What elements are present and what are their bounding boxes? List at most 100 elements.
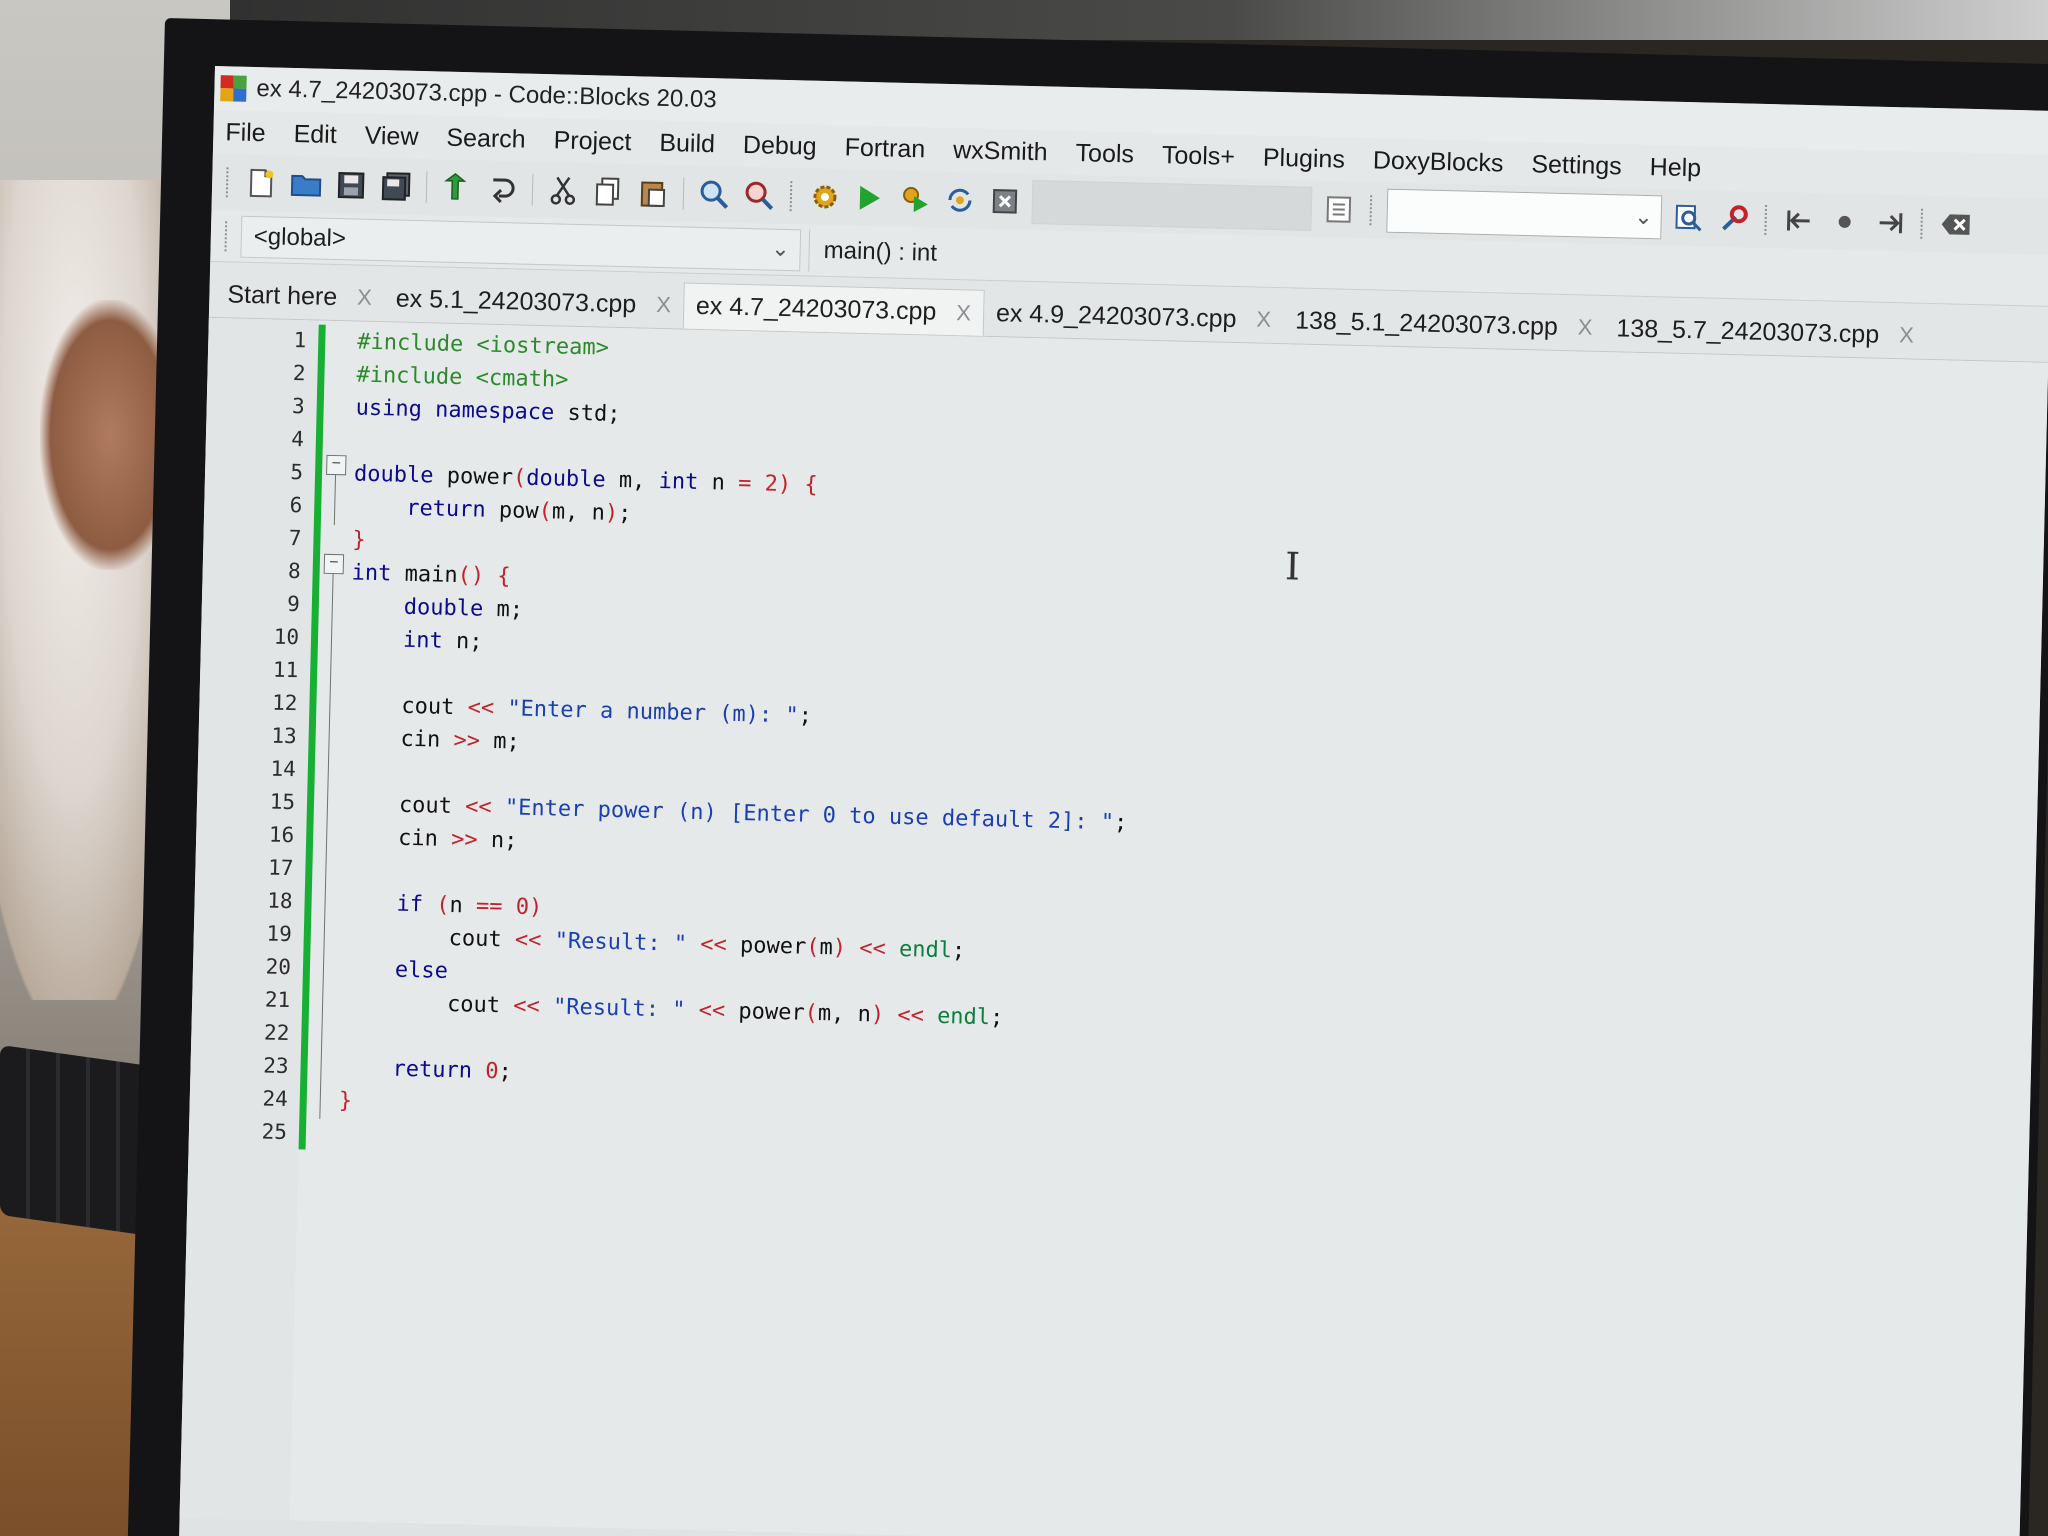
chevron-down-icon: ⌄ xyxy=(1634,203,1654,230)
line-number: 9 xyxy=(286,591,301,617)
codeblocks-logo-icon xyxy=(220,75,247,102)
jump-back-icon[interactable] xyxy=(1781,202,1818,239)
line-number: 13 xyxy=(271,723,297,749)
menu-project[interactable]: Project xyxy=(553,126,631,157)
tab-138-5-7[interactable]: 138_5.7_24203073.cpp X xyxy=(1604,305,1926,359)
toolbar-grip[interactable] xyxy=(1764,204,1770,236)
tab-ex-4-7-active[interactable]: ex 4.7_24203073.cpp X xyxy=(682,282,985,336)
toolbar-grip[interactable] xyxy=(1920,208,1926,239)
tab-label: Start here xyxy=(227,279,338,311)
line-number: 11 xyxy=(272,657,299,683)
clear-icon[interactable] xyxy=(1937,206,1974,243)
menu-tools-plus[interactable]: Tools+ xyxy=(1162,141,1236,172)
paste-icon[interactable] xyxy=(635,174,672,211)
menu-plugins[interactable]: Plugins xyxy=(1263,143,1346,174)
toolbar-grip[interactable] xyxy=(1369,195,1375,226)
jump-list-icon[interactable] xyxy=(1320,191,1357,228)
close-icon[interactable]: X xyxy=(1899,322,1914,348)
line-number: 12 xyxy=(271,690,298,716)
tab-ex-5-1[interactable]: ex 5.1_24203073.cpp X xyxy=(383,275,683,328)
line-number: 4 xyxy=(290,426,305,452)
tab-label: ex 4.9_24203073.cpp xyxy=(995,298,1237,333)
copy-icon[interactable] xyxy=(590,173,627,210)
tab-start-here[interactable]: Start here X xyxy=(215,271,385,321)
toolbar-separator xyxy=(425,171,428,204)
fold-toggle-icon[interactable]: − xyxy=(326,454,347,476)
menu-file[interactable]: File xyxy=(225,118,266,148)
menu-wxsmith[interactable]: wxSmith xyxy=(953,136,1048,167)
tab-label: ex 4.7_24203073.cpp xyxy=(695,291,937,326)
bookmark-dot-icon[interactable] xyxy=(1826,203,1863,240)
tab-label: 138_5.7_24203073.cpp xyxy=(1616,313,1880,349)
menu-build[interactable]: Build xyxy=(659,128,715,158)
scope-select[interactable]: <global> ⌄ xyxy=(240,215,802,271)
close-icon[interactable]: X xyxy=(1578,314,1593,340)
menu-view[interactable]: View xyxy=(364,121,418,151)
line-number: 1 xyxy=(293,328,307,353)
tab-138-5-1[interactable]: 138_5.1_24203073.cpp X xyxy=(1283,297,1605,351)
line-number: 21 xyxy=(264,987,291,1013)
search-document-icon[interactable] xyxy=(1670,200,1707,237)
toolbar-separator xyxy=(682,177,685,210)
abort-icon[interactable] xyxy=(986,183,1023,220)
fold-toggle-icon[interactable]: − xyxy=(323,553,345,575)
menu-fortran[interactable]: Fortran xyxy=(844,133,925,164)
line-number: 25 xyxy=(261,1119,288,1145)
line-number: 22 xyxy=(263,1020,290,1046)
tab-label: ex 5.1_24203073.cpp xyxy=(395,283,637,318)
jump-forward-icon[interactable] xyxy=(1871,205,1908,242)
close-icon[interactable]: X xyxy=(956,300,971,326)
line-number: 19 xyxy=(266,921,293,947)
toolbar-grip[interactable] xyxy=(224,220,230,251)
build-and-run-icon[interactable] xyxy=(897,181,934,218)
line-number: 16 xyxy=(268,822,295,848)
menu-settings[interactable]: Settings xyxy=(1531,150,1622,181)
open-folder-icon[interactable] xyxy=(288,166,325,203)
menu-doxyblocks[interactable]: DoxyBlocks xyxy=(1373,146,1504,178)
menu-help[interactable]: Help xyxy=(1649,153,1701,183)
line-number: 7 xyxy=(288,525,302,551)
toolbar-separator xyxy=(531,173,534,206)
tab-ex-4-9[interactable]: ex 4.9_24203073.cpp X xyxy=(983,290,1283,343)
search-options-icon[interactable] xyxy=(1715,201,1752,238)
line-number: 10 xyxy=(273,624,300,650)
close-icon[interactable]: X xyxy=(357,285,372,311)
line-number: 3 xyxy=(291,393,306,419)
chevron-down-icon: ⌄ xyxy=(770,235,791,261)
build-target-combo[interactable] xyxy=(1031,180,1313,231)
new-file-icon[interactable] xyxy=(243,165,280,202)
find-icon[interactable] xyxy=(696,176,733,213)
toolbar-grip[interactable] xyxy=(789,181,795,212)
line-number: 14 xyxy=(270,756,297,782)
menu-debug[interactable]: Debug xyxy=(743,130,817,161)
close-icon[interactable]: X xyxy=(656,292,671,318)
build-gear-icon[interactable] xyxy=(807,179,844,216)
rebuild-icon[interactable] xyxy=(942,182,979,219)
menu-search[interactable]: Search xyxy=(446,123,526,154)
cut-icon[interactable] xyxy=(545,172,582,209)
code-editor[interactable]: 1 2 3 4 5 6 7 8 9 10 11 12 13 14 15 16 17 18 19 20 21 22 23 24 2… xyxy=(179,317,2048,1536)
line-number: 6 xyxy=(289,492,303,518)
save-all-icon[interactable] xyxy=(378,168,415,205)
menu-tools[interactable]: Tools xyxy=(1075,139,1134,169)
line-number: 23 xyxy=(263,1053,289,1079)
function-value: main() : int xyxy=(823,236,938,267)
undo-icon[interactable] xyxy=(439,170,476,207)
redo-icon[interactable] xyxy=(484,171,521,208)
scope-value: <global> xyxy=(253,222,347,252)
replace-icon[interactable] xyxy=(741,177,778,214)
menu-edit[interactable]: Edit xyxy=(293,119,337,149)
tab-label: 138_5.1_24203073.cpp xyxy=(1294,305,1559,341)
run-icon[interactable] xyxy=(852,180,889,217)
line-number: 24 xyxy=(262,1086,289,1112)
line-number: 20 xyxy=(265,954,292,980)
save-icon[interactable] xyxy=(333,167,370,204)
close-icon[interactable]: X xyxy=(1256,307,1271,333)
line-number: 17 xyxy=(267,855,294,881)
toolbar-grip[interactable] xyxy=(225,167,231,198)
code-text[interactable]: #include <iostream> #include <cmath> using… xyxy=(318,321,2048,1536)
line-number: 15 xyxy=(269,789,296,815)
line-number: 5 xyxy=(290,459,304,485)
line-number: 18 xyxy=(267,888,293,914)
search-combo[interactable]: ⌄ xyxy=(1386,188,1663,240)
